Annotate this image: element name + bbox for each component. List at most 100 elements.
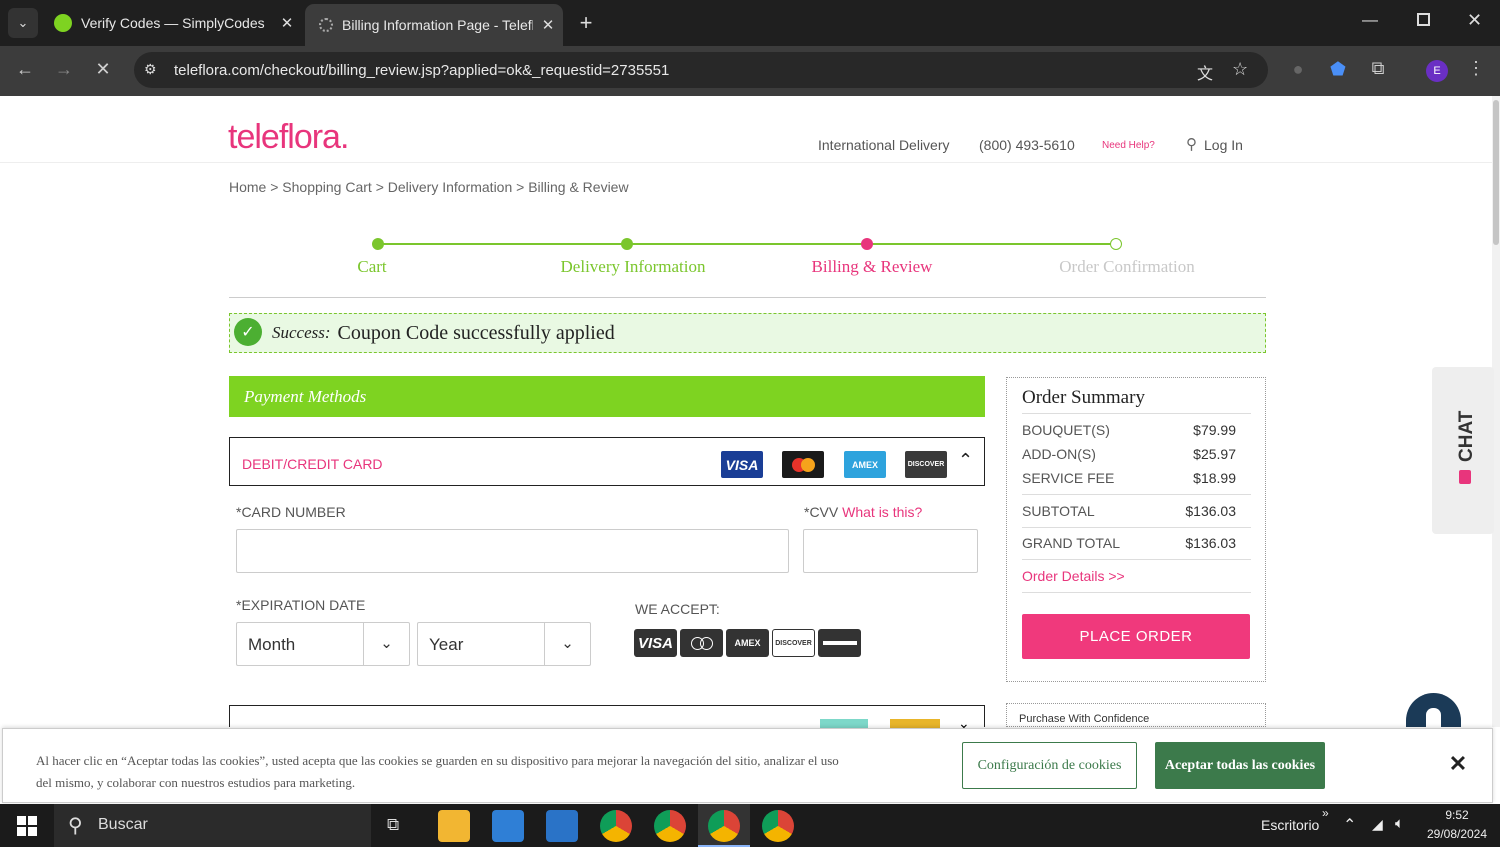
restore-icon[interactable] <box>1417 13 1430 26</box>
chrome-active-icon[interactable] <box>708 810 740 842</box>
cookie-settings-button[interactable]: Configuración de cookies <box>962 742 1137 789</box>
desktop-toolbar-label[interactable]: Escritorio <box>1261 817 1319 833</box>
phone-number[interactable]: (800) 493-5610 <box>979 137 1075 153</box>
order-details-link[interactable]: Order Details >> <box>1022 568 1125 584</box>
expiration-date-label: *EXPIRATION DATE <box>236 597 366 613</box>
close-tab-icon[interactable]: ✕ <box>272 14 302 32</box>
shield-extension-icon[interactable]: ⬟ <box>1325 59 1351 80</box>
site-info-icon[interactable]: ⚙ <box>144 61 157 78</box>
payment-logo-icon <box>820 719 868 728</box>
step-dot-confirmation <box>1110 238 1122 250</box>
file-explorer-icon[interactable] <box>438 810 470 842</box>
login-link[interactable]: Log In <box>1204 137 1243 153</box>
summary-row-service-fee: SERVICE FEE $18.99 <box>1022 470 1236 486</box>
windows-start-icon[interactable] <box>17 816 37 836</box>
menu-kebab-icon[interactable]: ⋮ <box>1463 58 1489 79</box>
clock-time[interactable]: 9:52 <box>1430 808 1484 822</box>
payment-method-label: DEBIT/CREDIT CARD <box>242 456 383 472</box>
payment-logo-icon <box>890 719 940 728</box>
clock-date[interactable]: 29/08/2024 <box>1422 827 1492 841</box>
chat-bubble-icon <box>1459 470 1471 484</box>
microsoft-store-icon[interactable] <box>492 810 524 842</box>
extensions-puzzle-icon[interactable]: ⧉ <box>1365 58 1391 79</box>
month-select[interactable]: Month ⌄ <box>236 622 410 666</box>
browser-toolbar: ← → ✕ ⚙ teleflora.com/checkout/billing_r… <box>0 46 1500 96</box>
close-window-icon[interactable]: ✕ <box>1467 10 1482 31</box>
translate-icon[interactable]: 文 <box>1197 60 1213 84</box>
header-divider <box>0 162 1492 163</box>
purchase-confidence-panel: Purchase With Confidence <box>1006 703 1266 727</box>
month-value: Month <box>248 635 296 654</box>
row-value: $25.97 <box>1193 446 1236 462</box>
summary-row-grand-total: GRAND TOTAL $136.03 <box>1022 535 1236 551</box>
row-value: $79.99 <box>1193 422 1236 438</box>
windows-taskbar: ⚲ Buscar ⧉ Escritorio » ⌃ ◢ 🔈︎ 9:52 29/0… <box>0 804 1500 847</box>
cvv-input[interactable] <box>803 529 978 573</box>
profile-avatar[interactable]: E <box>1426 60 1448 82</box>
year-value: Year <box>429 635 464 654</box>
place-order-button[interactable]: PLACE ORDER <box>1022 614 1250 659</box>
step-label-billing: Billing & Review <box>811 257 933 276</box>
divider <box>1022 527 1251 528</box>
close-tab-icon[interactable]: ✕ <box>533 16 563 34</box>
task-view-icon[interactable]: ⧉ <box>387 815 399 835</box>
amex-logo-icon: AMEX <box>844 451 886 478</box>
cookie-text: Al hacer clic en “Aceptar todas las cook… <box>36 753 839 790</box>
tab-billing-information[interactable]: Billing Information Page - Telefl ✕ <box>305 4 563 46</box>
mastercard-logo-icon <box>782 451 824 478</box>
forward-icon[interactable]: → <box>51 59 77 80</box>
payment-methods-header: Payment Methods <box>229 376 985 417</box>
teleflora-logo[interactable]: teleflora. <box>228 118 349 157</box>
chat-tab[interactable]: CHAT <box>1432 367 1494 534</box>
show-hidden-icons-icon[interactable]: ⌃ <box>1343 815 1356 835</box>
row-value: $18.99 <box>1193 470 1236 486</box>
browser-tab-bar: ⌄ Verify Codes — SimplyCodes ✕ Billing I… <box>0 0 1500 46</box>
cookie-consent-banner: Al hacer clic en “Aceptar todas las cook… <box>2 728 1493 803</box>
divider <box>1022 494 1251 495</box>
scrollbar-thumb[interactable] <box>1493 100 1499 245</box>
stop-loading-icon[interactable]: ✕ <box>90 59 116 80</box>
back-icon[interactable]: ← <box>12 59 38 80</box>
year-select[interactable]: Year ⌄ <box>417 622 591 666</box>
international-delivery-link[interactable]: International Delivery <box>818 137 950 153</box>
close-icon[interactable]: ✕ <box>1443 749 1473 779</box>
success-alert: ✓ Success: Coupon Code successfully appl… <box>229 313 1266 353</box>
chrome-profile-d-icon[interactable] <box>600 810 632 842</box>
tab-verify-codes[interactable]: Verify Codes — SimplyCodes ✕ <box>44 0 302 46</box>
expand-toolbar-icon[interactable]: » <box>1322 806 1329 820</box>
user-icon: ⚲ <box>1186 136 1197 153</box>
chat-label: CHAT <box>1456 410 1477 462</box>
taskbar-search[interactable]: ⚲ Buscar <box>54 804 371 847</box>
new-tab-icon[interactable]: + <box>574 10 598 36</box>
need-help-link[interactable]: Need Help? <box>1102 140 1155 151</box>
minimize-icon[interactable]: — <box>1362 12 1378 30</box>
tab-search-icon[interactable]: ⌄ <box>8 8 38 38</box>
amex-accept-icon: AMEX <box>726 629 769 657</box>
card-number-input[interactable] <box>236 529 789 573</box>
chevron-down-icon: ⌄ <box>544 623 590 665</box>
step-dot-billing <box>861 238 873 250</box>
mail-icon[interactable] <box>546 810 578 842</box>
chrome-profile-i-icon[interactable] <box>654 810 686 842</box>
step-dot-delivery <box>621 238 633 250</box>
step-label-cart: Cart <box>357 257 387 276</box>
address-bar[interactable]: ⚙ teleflora.com/checkout/billing_review.… <box>134 52 1268 88</box>
step-label-confirmation: Order Confirmation <box>1059 257 1195 276</box>
network-icon[interactable]: ◢ <box>1372 816 1383 833</box>
simplycodes-favicon-icon <box>54 14 72 32</box>
cvv-label: *CVV What is this? <box>804 504 922 520</box>
row-value: $136.03 <box>1185 503 1236 519</box>
debit-credit-card-panel[interactable]: DEBIT/CREDIT CARD VISA AMEX DISCOVER ⌃ <box>229 437 985 486</box>
next-payment-panel[interactable]: ⌄ <box>229 705 985 731</box>
row-label: SERVICE FEE <box>1022 470 1115 486</box>
accept-all-cookies-button[interactable]: Aceptar todas las cookies <box>1155 742 1325 789</box>
order-summary-title: Order Summary <box>1022 387 1145 408</box>
collapse-chevron-icon[interactable]: ⌃ <box>958 450 973 471</box>
row-value: $136.03 <box>1185 535 1236 551</box>
chrome-profile-el-icon[interactable] <box>762 810 794 842</box>
extension-icon[interactable]: ● <box>1285 59 1311 80</box>
bookmark-star-icon[interactable]: ☆ <box>1232 59 1248 80</box>
cvv-help-link[interactable]: What is this? <box>842 504 922 520</box>
generic-card-icon <box>818 629 861 657</box>
volume-icon[interactable]: 🔈︎ <box>1395 815 1404 832</box>
